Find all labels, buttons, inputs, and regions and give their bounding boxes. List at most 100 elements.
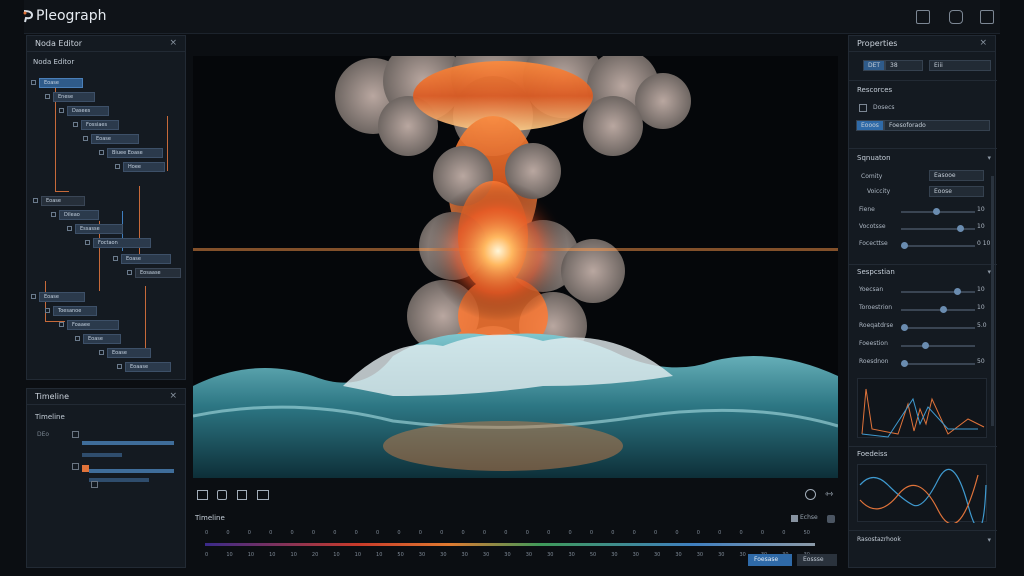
track-toggle[interactable]	[91, 481, 98, 488]
graph-node[interactable]: Toesanoe	[53, 306, 97, 316]
velocity-dropdown[interactable]: Eoose	[929, 186, 984, 197]
property-slider[interactable]	[901, 208, 975, 215]
frame-icon[interactable]	[237, 490, 247, 500]
toggle-icon[interactable]	[791, 515, 798, 522]
node-port-icon[interactable]	[117, 364, 122, 369]
graph-node[interactable]: Eosaase	[135, 268, 181, 278]
slider-label: Foeestion	[859, 340, 888, 347]
graph-node[interactable]: Eoase	[39, 78, 83, 88]
node-port-icon[interactable]	[31, 80, 36, 85]
graph-node[interactable]: Eoase	[39, 292, 85, 302]
slider-knob[interactable]	[922, 342, 929, 349]
timeline-scrub-bar[interactable]	[205, 543, 815, 546]
node-port-icon[interactable]	[33, 198, 38, 203]
camera-icon[interactable]	[257, 490, 269, 500]
node-icon[interactable]	[217, 490, 227, 500]
graph-node[interactable]: Eoase	[83, 334, 121, 344]
property-slider[interactable]	[901, 225, 975, 232]
track-toggle[interactable]	[72, 431, 79, 438]
slider-label: Vocotsse	[859, 223, 886, 230]
track-bar[interactable]	[89, 469, 174, 473]
graph-node[interactable]: Eoase	[41, 196, 85, 206]
slider-knob[interactable]	[932, 208, 940, 215]
value-field[interactable]: 38	[885, 60, 923, 71]
graph-node[interactable]: Hoee	[123, 162, 165, 172]
slider-knob[interactable]	[901, 242, 908, 249]
graph-node[interactable]: Foctaon	[93, 238, 151, 248]
curve-graph-1[interactable]	[857, 378, 987, 438]
slider-knob[interactable]	[901, 324, 908, 331]
node-port-icon[interactable]	[67, 226, 72, 231]
render-viewport[interactable]	[193, 56, 838, 478]
property-slider[interactable]	[901, 324, 975, 331]
property-slider[interactable]	[901, 288, 975, 295]
graph-node[interactable]: Fossiaes	[81, 120, 119, 130]
node-port-icon[interactable]	[127, 270, 132, 275]
export-icon[interactable]	[916, 10, 930, 24]
node-port-icon[interactable]	[85, 240, 90, 245]
graph-node[interactable]: Foaaee	[67, 320, 119, 330]
node-graph-canvas[interactable]: Eoase Enese Dasees Fossiaes Eoase Biuee Eoase…	[27, 36, 187, 381]
unit-dropdown[interactable]: Eiii	[929, 60, 991, 71]
shield-icon[interactable]	[949, 10, 963, 24]
graph-node[interactable]: Eoase	[121, 254, 171, 264]
node-port-icon[interactable]	[113, 256, 118, 261]
property-slider[interactable]	[901, 360, 975, 367]
track-bar[interactable]	[82, 453, 122, 457]
property-slider[interactable]	[901, 342, 975, 349]
node-port-icon[interactable]	[99, 150, 104, 155]
expand-icon[interactable]: ⇿	[825, 489, 833, 500]
scrollbar[interactable]	[991, 176, 994, 426]
keyframe-marker[interactable]	[82, 465, 89, 472]
search-icon[interactable]	[805, 489, 816, 500]
primary-button[interactable]: Foesase	[748, 554, 792, 566]
node-port-icon[interactable]	[73, 122, 78, 127]
slider-knob[interactable]	[901, 360, 908, 367]
resource-tag[interactable]: Eooos	[856, 120, 884, 131]
density-dropdown[interactable]: Easooe	[929, 170, 984, 181]
slider-value: 10	[977, 304, 985, 311]
chevron-down-icon[interactable]: ▾	[987, 536, 991, 544]
timeline-tick: 0	[568, 530, 572, 536]
resource-path-input[interactable]: Foesoforado	[884, 120, 990, 131]
settings-icon[interactable]	[827, 515, 835, 523]
graph-node[interactable]: Eoase	[91, 134, 139, 144]
property-slider[interactable]	[901, 242, 975, 249]
graph-node[interactable]: Essasse	[75, 224, 123, 234]
slider-label: Roesdnon	[859, 358, 889, 365]
graph-node[interactable]: Biuee Eoase	[107, 148, 163, 158]
close-icon[interactable]: ×	[979, 38, 987, 48]
resource-item[interactable]: Dosecs	[873, 104, 895, 111]
node-port-icon[interactable]	[59, 322, 64, 327]
track-bar[interactable]	[82, 441, 174, 445]
node-port-icon[interactable]	[45, 94, 50, 99]
slider-knob[interactable]	[953, 288, 961, 295]
properties-panel: Properties × DET 38 Eiii Rescorces Dosec…	[848, 35, 997, 568]
grid-icon[interactable]	[197, 490, 208, 500]
mode-field[interactable]: DET	[863, 60, 885, 71]
node-port-icon[interactable]	[45, 308, 50, 313]
node-port-icon[interactable]	[115, 164, 120, 169]
graph-node[interactable]: Dileao	[59, 210, 99, 220]
close-icon[interactable]: ×	[169, 391, 177, 401]
timeline-tick: 0	[696, 530, 700, 536]
property-slider[interactable]	[901, 306, 975, 313]
node-port-icon[interactable]	[31, 294, 36, 299]
track-bar[interactable]	[89, 478, 149, 482]
graph-node[interactable]: Enese	[53, 92, 95, 102]
node-port-icon[interactable]	[59, 108, 64, 113]
curve-graph-2[interactable]	[857, 464, 987, 529]
graph-node[interactable]: Eoaase	[125, 362, 171, 372]
slider-knob[interactable]	[957, 225, 964, 232]
graph-node[interactable]: Eoase	[107, 348, 151, 358]
menu-icon[interactable]	[980, 10, 994, 24]
node-port-icon[interactable]	[83, 136, 88, 141]
node-port-icon[interactable]	[51, 212, 56, 217]
slider-knob[interactable]	[939, 306, 947, 313]
node-port-icon[interactable]	[75, 336, 80, 341]
chevron-down-icon[interactable]: ▾	[987, 154, 991, 162]
graph-node[interactable]: Dasees	[67, 106, 109, 116]
node-port-icon[interactable]	[99, 350, 104, 355]
secondary-button[interactable]: Eossse	[797, 554, 837, 566]
track-toggle[interactable]	[72, 463, 79, 470]
